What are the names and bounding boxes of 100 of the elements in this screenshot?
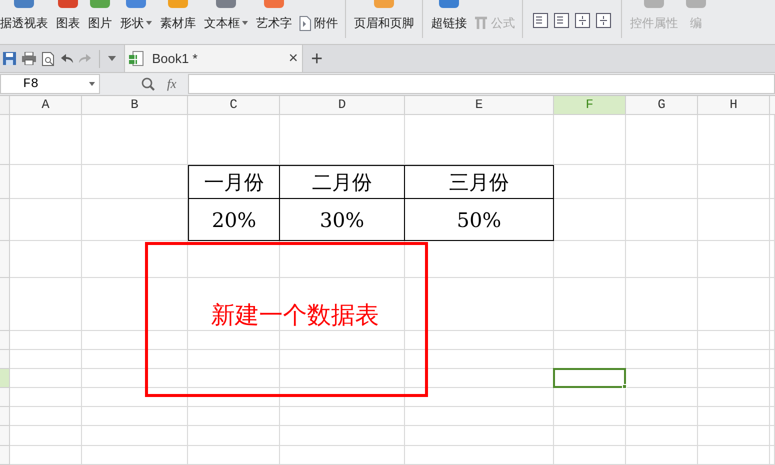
print-preview-icon[interactable] [42, 52, 55, 66]
column-header[interactable]: H [698, 96, 770, 115]
grid-cell[interactable] [626, 331, 698, 350]
grid-cell[interactable] [405, 350, 554, 369]
grid-cell[interactable] [770, 331, 775, 350]
grid-cell[interactable] [626, 426, 698, 446]
grid-cell[interactable] [554, 426, 626, 446]
row-header[interactable] [0, 446, 10, 465]
ribbon-button[interactable]: 图表 [56, 15, 80, 31]
grid-cell[interactable] [10, 369, 82, 388]
grid-cell[interactable] [554, 278, 626, 331]
grid-cell[interactable] [770, 388, 775, 407]
grid-cell[interactable] [698, 446, 770, 465]
column-header[interactable]: E [405, 96, 554, 115]
grid-cell[interactable] [188, 331, 280, 350]
grid-cell[interactable] [698, 350, 770, 369]
grid-cell[interactable] [698, 199, 770, 241]
grid-cell[interactable] [770, 426, 775, 446]
ribbon-icon[interactable] [264, 0, 284, 8]
ribbon-icon[interactable] [58, 0, 78, 8]
grid-cell[interactable] [280, 426, 405, 446]
row-header[interactable] [0, 369, 10, 388]
row-header[interactable] [0, 241, 10, 278]
grid-cell[interactable] [554, 331, 626, 350]
grid-cell[interactable] [405, 241, 554, 278]
grid-cell[interactable] [554, 199, 626, 241]
dropdown-caret-icon[interactable] [108, 56, 116, 61]
ribbon-button[interactable]: 据透视表 [0, 15, 48, 31]
name-box[interactable]: F8 [0, 74, 100, 94]
ribbon-button[interactable]: 超链接 [431, 15, 467, 31]
grid-cell[interactable] [10, 388, 82, 407]
grid-cell[interactable] [626, 388, 698, 407]
new-tab-button[interactable]: + [311, 48, 323, 68]
grid-cell[interactable] [10, 241, 82, 278]
grid-cell[interactable] [405, 388, 554, 407]
ribbon-button[interactable]: 图片 [88, 15, 112, 31]
ribbon-icon[interactable] [644, 0, 664, 8]
row-header[interactable] [0, 165, 10, 199]
grid-cell[interactable] [82, 446, 188, 465]
grid-cell[interactable] [82, 407, 188, 426]
grid-cell[interactable] [82, 426, 188, 446]
grid-cell[interactable] [626, 369, 698, 388]
row-header[interactable] [0, 388, 10, 407]
grid-cell[interactable] [280, 350, 405, 369]
ribbon-button[interactable]: 素材库 [160, 15, 196, 31]
grid-cell[interactable] [626, 446, 698, 465]
column-header[interactable] [770, 96, 775, 115]
grid-cell[interactable] [280, 278, 405, 331]
column-header[interactable]: D [280, 96, 405, 115]
ribbon-button[interactable]: 形状 [120, 15, 152, 31]
grid-cell[interactable] [10, 331, 82, 350]
grid-cell[interactable] [405, 426, 554, 446]
grid-cell[interactable] [770, 369, 775, 388]
grid-cell[interactable] [405, 331, 554, 350]
grid-cell[interactable] [82, 369, 188, 388]
grid-cell[interactable] [698, 241, 770, 278]
format-icon[interactable] [596, 13, 611, 28]
grid-cell[interactable] [698, 407, 770, 426]
grid-cell[interactable] [770, 350, 775, 369]
grid-cell[interactable] [626, 241, 698, 278]
grid-cell[interactable] [554, 241, 626, 278]
grid-cell[interactable] [698, 426, 770, 446]
ribbon-icon[interactable] [439, 0, 459, 8]
grid-cell[interactable] [10, 115, 82, 165]
column-header[interactable]: A [10, 96, 82, 115]
format-icon[interactable] [554, 13, 569, 28]
grid-cell[interactable] [626, 350, 698, 369]
grid-cell[interactable] [405, 278, 554, 331]
grid-cell[interactable] [280, 369, 405, 388]
ribbon-icon[interactable] [90, 0, 110, 8]
grid-cell[interactable] [82, 331, 188, 350]
grid-cell[interactable] [188, 446, 280, 465]
grid-cell[interactable] [188, 241, 280, 278]
grid-cell[interactable] [10, 278, 82, 331]
grid-cell[interactable] [188, 350, 280, 369]
grid-cell[interactable] [698, 278, 770, 331]
grid-cell[interactable] [554, 407, 626, 426]
grid-cell[interactable] [698, 165, 770, 199]
grid-cell[interactable] [626, 407, 698, 426]
grid-cell[interactable] [82, 278, 188, 331]
grid-cell[interactable] [405, 407, 554, 426]
ribbon-icon[interactable] [14, 0, 34, 8]
grid-cell[interactable] [405, 115, 554, 165]
print-icon[interactable] [22, 52, 36, 65]
grid-cell[interactable] [770, 241, 775, 278]
grid-cell[interactable] [280, 115, 405, 165]
ribbon-icon[interactable] [374, 0, 394, 8]
ribbon-button[interactable]: 文本框 [204, 15, 248, 31]
grid-cell[interactable] [770, 278, 775, 331]
grid-cell[interactable] [626, 115, 698, 165]
grid-cell[interactable] [10, 407, 82, 426]
save-icon[interactable] [3, 52, 16, 65]
grid-cell[interactable] [554, 446, 626, 465]
close-button[interactable]: × [288, 50, 298, 66]
row-header[interactable] [0, 426, 10, 446]
text-box[interactable]: 新建一个数据表 [145, 242, 428, 397]
grid-cell[interactable] [188, 407, 280, 426]
document-tab[interactable]: Book1 * × [124, 45, 303, 72]
grid-cell[interactable] [10, 426, 82, 446]
grid-cell[interactable] [188, 369, 280, 388]
